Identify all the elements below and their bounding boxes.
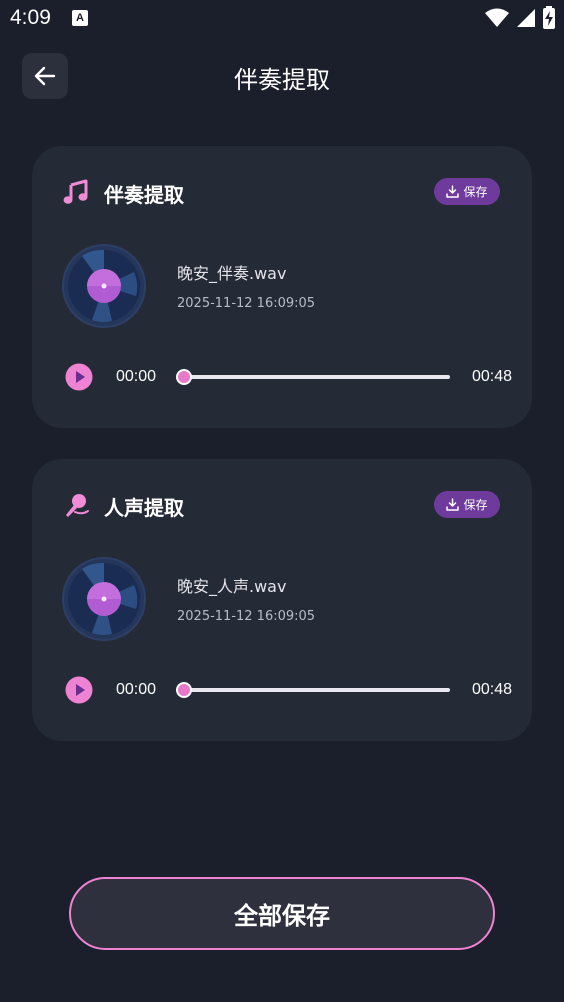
save-button[interactable]: 保存	[434, 491, 500, 518]
battery-charging-icon	[543, 6, 555, 29]
play-button[interactable]	[65, 363, 93, 391]
card-title: 伴奏提取	[104, 183, 184, 207]
save-label: 保存	[463, 185, 488, 199]
wifi-icon	[485, 8, 509, 27]
page-title: 伴奏提取	[234, 66, 330, 94]
download-icon	[446, 498, 460, 511]
save-all-label: 全部保存	[234, 902, 330, 930]
microphone-icon	[66, 494, 89, 517]
status-bar: 4:09 A	[0, 0, 564, 38]
music-note-icon	[63, 179, 88, 204]
duration: 00:48	[471, 368, 512, 385]
status-time: 4:09	[10, 6, 51, 29]
file-name: 晚安_伴奏.wav	[177, 264, 287, 283]
save-label: 保存	[463, 498, 488, 512]
track-card-accompaniment: 伴奏提取 保存 晚安_伴奏.wav 2025-11-12 16:09:05 00…	[32, 146, 532, 428]
status-icons	[484, 6, 556, 30]
save-all-button[interactable]: 全部保存	[69, 877, 495, 950]
current-time: 00:00	[116, 681, 157, 698]
download-icon	[446, 185, 460, 198]
track-card-vocals: 人声提取 保存 晚安_人声.wav 2025-11-12 16:09:05 00…	[32, 459, 532, 741]
progress-slider[interactable]	[176, 682, 450, 698]
slider-thumb[interactable]	[176, 369, 192, 385]
file-name: 晚安_人声.wav	[177, 577, 287, 596]
progress-slider[interactable]	[176, 369, 450, 385]
slider-thumb[interactable]	[176, 682, 192, 698]
file-date: 2025-11-12 16:09:05	[177, 609, 316, 624]
vinyl-disc-icon	[62, 244, 146, 328]
current-time: 00:00	[116, 368, 157, 385]
file-date: 2025-11-12 16:09:05	[177, 296, 316, 311]
vinyl-disc-icon	[62, 557, 146, 641]
duration: 00:48	[471, 681, 512, 698]
play-button[interactable]	[65, 676, 93, 704]
notification-badge: A	[72, 10, 88, 26]
card-title: 人声提取	[104, 496, 184, 520]
cell-signal-icon	[517, 9, 535, 27]
save-button[interactable]: 保存	[434, 178, 500, 205]
